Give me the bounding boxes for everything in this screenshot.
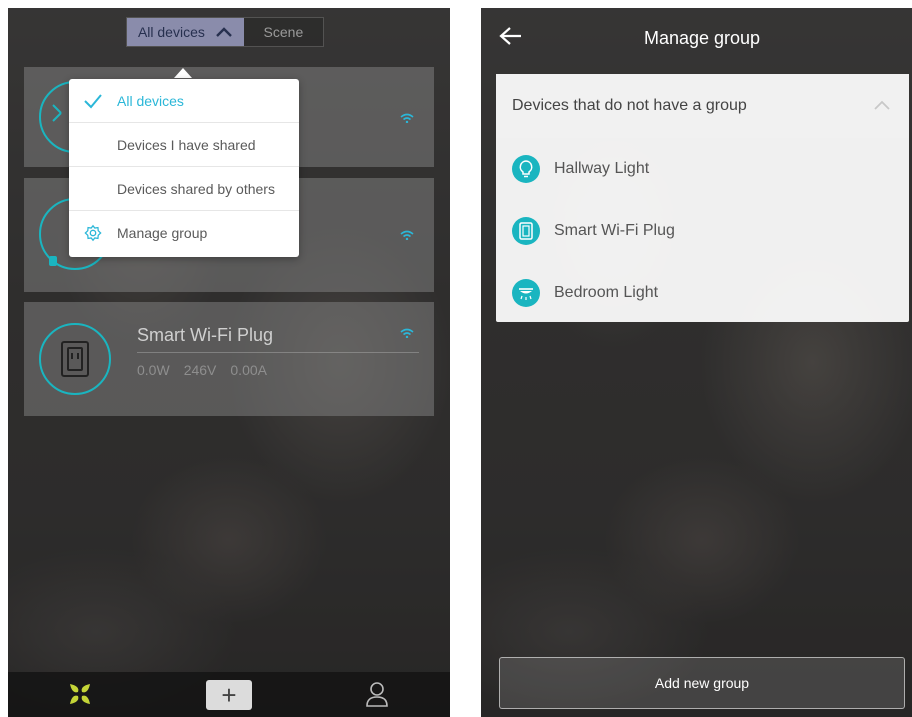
add-new-group-label: Add new group [654,675,750,691]
current-value: 0.00A [230,362,267,378]
panel-title: Devices that do not have a group [512,97,747,114]
menu-item-label: Devices shared by others [117,180,275,197]
devices-screen: All devices Scene Smart Wi-Fi Plug 0.0W … [8,8,450,717]
filter-dropdown-menu: All devices Devices I have shared Device… [69,79,299,257]
bottom-nav: + [8,672,450,717]
chevron-up-icon [874,100,890,110]
gear-icon [84,224,102,242]
ungrouped-devices-panel: Devices that do not have a group Hallway… [496,74,909,322]
menu-item-devices-shared-by-others[interactable]: Devices shared by others [69,167,299,211]
tab-all-devices[interactable]: All devices [127,18,244,46]
add-new-group-button[interactable]: Add new group [499,657,905,709]
list-item-label: Bedroom Light [554,284,659,301]
divider [137,352,419,353]
device-scene-switch: All devices Scene [126,17,324,47]
ceiling-light-icon [512,279,540,307]
panel-header[interactable]: Devices that do not have a group [496,74,909,138]
power-value: 0.0W [137,362,170,378]
device-stats: 0.0W 246V 0.00A [137,362,267,378]
menu-item-manage-group[interactable]: Manage group [69,211,299,255]
menu-pointer [174,68,192,78]
add-label: + [221,680,237,710]
voltage-value: 246V [183,362,217,378]
menu-item-devices-i-shared[interactable]: Devices I have shared [69,123,299,167]
tab-scene-label: Scene [263,24,304,40]
wifi-icon [400,230,414,240]
device-name: Smart Wi-Fi Plug [137,325,274,345]
header: Manage group [481,8,912,68]
wifi-icon [400,113,414,123]
check-icon [84,94,102,109]
user-icon[interactable] [365,680,389,708]
bulb-icon [512,155,540,183]
plug-icon [512,217,540,245]
device-card-smart-plug[interactable]: Smart Wi-Fi Plug 0.0W 246V 0.00A [24,302,434,416]
list-item-bedroom-light[interactable]: Bedroom Light [496,262,909,324]
chevron-up-icon [216,27,232,37]
page-title: Manage group [643,27,761,48]
add-device-button[interactable]: + [206,680,252,710]
home-grid-icon[interactable] [68,682,92,706]
menu-item-all-devices[interactable]: All devices [69,79,299,123]
list-item-label: Hallway Light [554,160,650,177]
menu-item-label: All devices [117,92,184,109]
menu-item-label: Devices I have shared [117,136,256,153]
list-item-hallway-light[interactable]: Hallway Light [496,138,909,200]
list-item-smart-plug[interactable]: Smart Wi-Fi Plug [496,200,909,262]
tab-all-devices-label: All devices [137,24,205,40]
manage-group-screen: Manage group Devices that do not have a … [481,8,912,717]
list-item-label: Smart Wi-Fi Plug [554,222,675,239]
tab-scene[interactable]: Scene [243,18,323,46]
plug-icon [39,323,111,395]
menu-item-label: Manage group [117,225,208,241]
back-arrow-icon[interactable] [499,26,523,46]
wifi-icon [400,328,414,338]
